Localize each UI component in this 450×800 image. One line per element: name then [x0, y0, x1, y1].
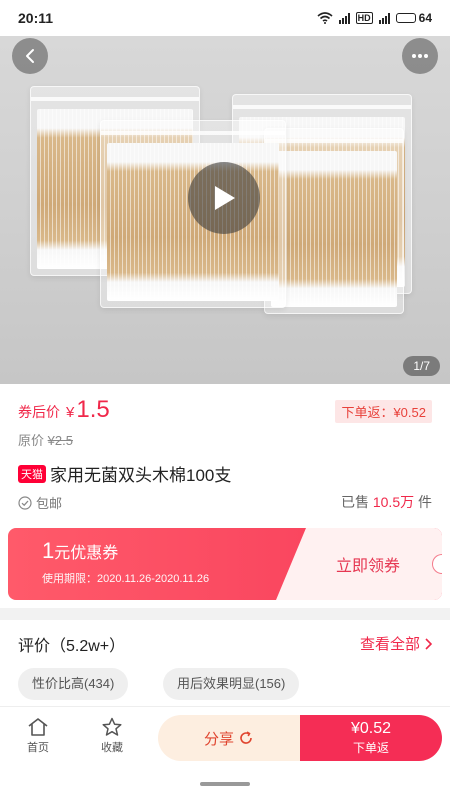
home-indicator[interactable]	[200, 782, 250, 786]
battery-level: 64	[418, 11, 432, 25]
battery-indicator: 64	[395, 11, 432, 25]
currency-symbol: ¥	[66, 404, 75, 421]
star-icon	[102, 717, 122, 736]
nav-home-label: 首页	[27, 742, 49, 754]
coupon-amount: 1元优惠券	[42, 538, 209, 564]
price-label: 券后价	[18, 404, 60, 420]
price-value: 1.5	[76, 396, 110, 423]
view-all-reviews-link[interactable]: 查看全部	[360, 633, 432, 654]
nav-favorite-label: 收藏	[101, 742, 123, 754]
order-rebate-amount: ¥0.52	[350, 720, 392, 737]
status-bar: 20:11 HD 64	[0, 0, 450, 36]
status-time: 20:11	[18, 10, 54, 26]
original-price-value: ¥2.5	[47, 433, 73, 448]
nav-favorite[interactable]: 收藏	[82, 717, 142, 755]
store-tag: 天猫	[18, 464, 46, 483]
back-button[interactable]	[12, 38, 48, 74]
chevron-left-icon	[26, 49, 34, 63]
view-all-label: 查看全部	[359, 636, 420, 653]
sold-number: 10.5万	[372, 494, 415, 510]
image-counter: 1/7	[403, 356, 440, 376]
reviews-section: 评价（5.2w+） 查看全部 性价比高(434) 用后效果明显(156)	[0, 620, 450, 706]
cell-signal-2-icon	[378, 12, 390, 24]
coupon-validity: 使用期限：2020.11.26-2020.11.26	[42, 573, 210, 585]
battery-icon	[395, 13, 416, 23]
home-icon	[28, 718, 48, 736]
play-video-button[interactable]	[188, 162, 260, 234]
coupon-card[interactable]: 1元优惠券 使用期限：2020.11.26-2020.11.26 立即领券	[8, 528, 442, 600]
network-badge: HD	[355, 12, 373, 24]
order-button[interactable]: ¥0.52 下单返	[300, 715, 442, 761]
sold-count: 已售 10.5万 件	[341, 492, 432, 512]
coupon-amount-suffix: 元优惠券	[54, 545, 119, 562]
shipping-label: 包邮	[36, 496, 63, 511]
original-price-label: 原价	[18, 433, 45, 448]
rebate-badge: 下单返：¥0.52	[335, 400, 432, 423]
refresh-icon	[240, 731, 252, 744]
nav-home[interactable]: 首页	[8, 717, 68, 755]
share-button[interactable]: 分享	[158, 715, 300, 761]
cell-signal-icon	[338, 12, 350, 24]
shipping-info: 包邮	[18, 493, 62, 512]
review-tag[interactable]: 性价比高(434)	[18, 668, 129, 700]
original-price: 原价 ¥2.5	[18, 430, 73, 449]
status-icons: HD 64	[317, 11, 432, 25]
chevron-right-icon	[425, 637, 432, 650]
claim-coupon-label: 立即领券	[335, 558, 400, 575]
system-home-bar	[0, 770, 450, 800]
check-circle-icon	[18, 495, 32, 510]
reviews-heading: 评价（5.2w+）	[18, 638, 126, 655]
more-options-button[interactable]	[402, 38, 438, 74]
wifi-icon	[317, 12, 333, 24]
coupon-details: 1元优惠券 使用期限：2020.11.26-2020.11.26	[42, 538, 209, 586]
claim-coupon-button[interactable]: 立即领券	[276, 528, 442, 600]
product-title-row: 天猫 家用无菌双头木棉100支	[18, 461, 231, 486]
review-tag[interactable]: 用后效果明显(156)	[163, 668, 300, 700]
more-dots-icon	[412, 54, 428, 58]
share-label: 分享	[203, 730, 234, 748]
play-icon	[215, 186, 235, 210]
coupon-price: 券后价 ¥ 1.5	[18, 396, 110, 424]
coupon-amount-value: 1	[42, 538, 55, 563]
order-label: 下单返	[352, 741, 389, 755]
product-title: 家用无菌双头木棉100支	[50, 466, 232, 485]
product-image-carousel[interactable]: 1/7	[0, 36, 450, 384]
sold-prefix: 已售	[340, 494, 369, 510]
product-info-panel: 券后价 ¥ 1.5 下单返：¥0.52 原价 ¥2.5 天猫 家用无菌双头木棉1…	[0, 384, 450, 608]
bottom-action-bar: 首页 收藏 分享 ¥0.52 下单返	[0, 706, 450, 770]
sold-suffix: 件	[418, 494, 432, 510]
